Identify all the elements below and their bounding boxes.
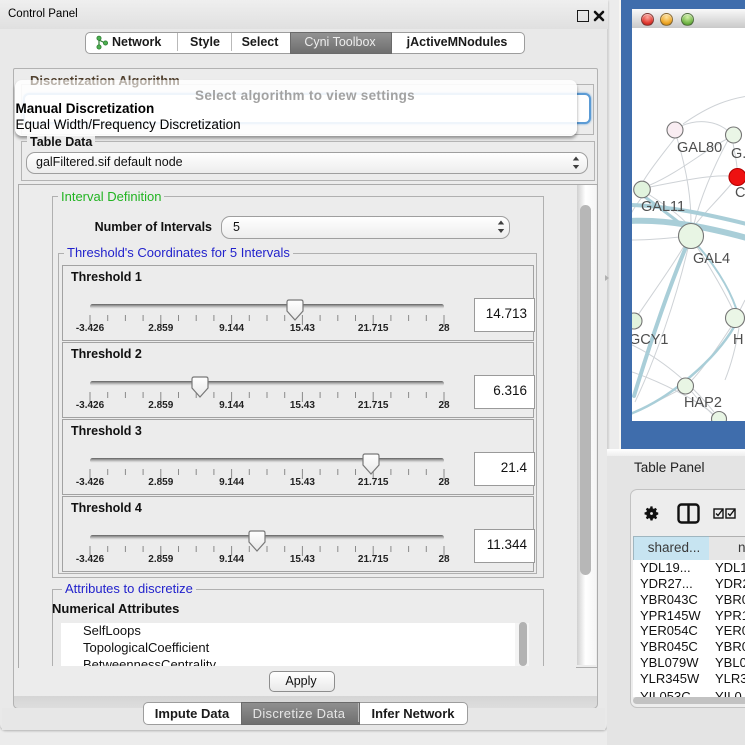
svg-text:GCY1: GCY1: [632, 332, 669, 348]
svg-text:G.: G.: [731, 146, 745, 162]
svg-text:GAL80: GAL80: [677, 140, 722, 156]
svg-text:C: C: [735, 185, 745, 201]
svg-text:GAL4: GAL4: [693, 251, 730, 267]
svg-text:HAP2: HAP2: [684, 395, 722, 411]
svg-text:GAL11: GAL11: [641, 199, 685, 215]
svg-text:H: H: [733, 332, 743, 348]
